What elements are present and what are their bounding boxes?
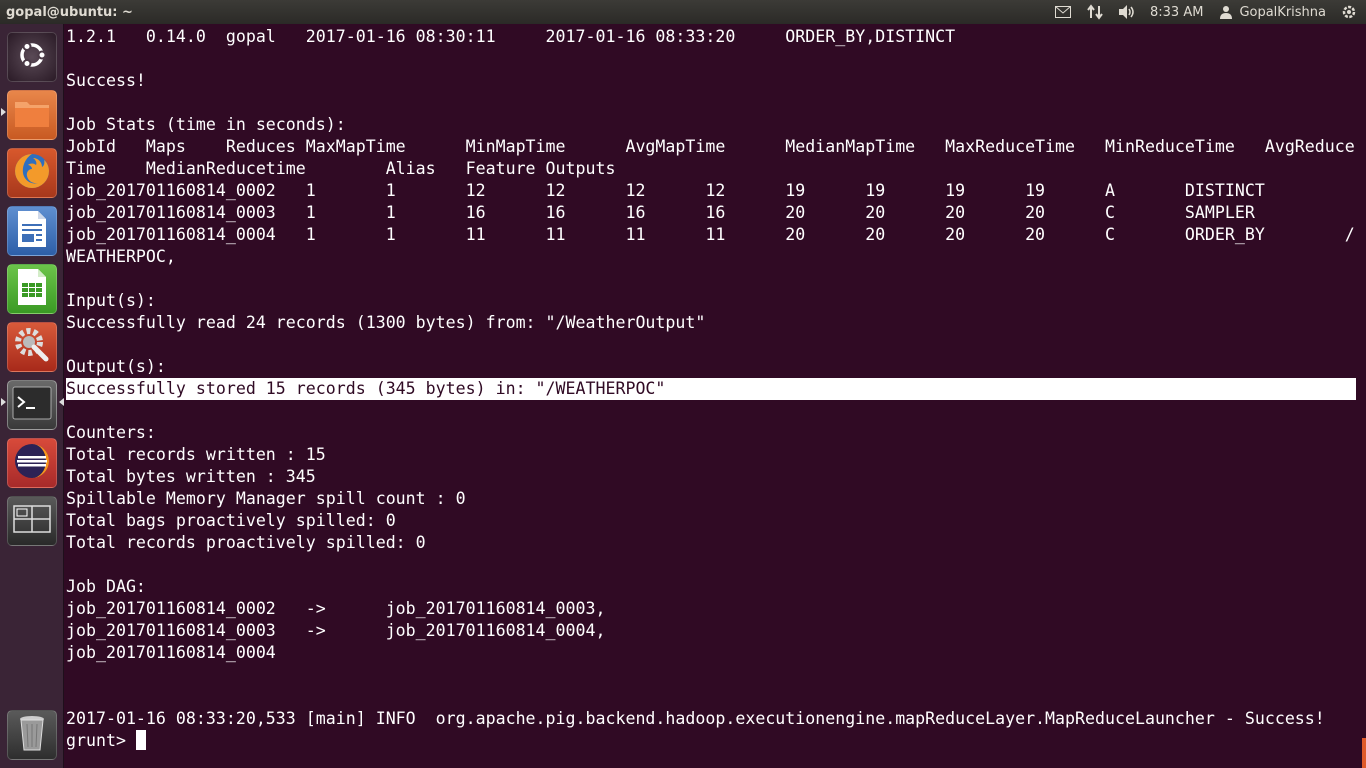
scrollbar[interactable] [1362, 738, 1366, 768]
terminal-line: Spillable Memory Manager spill count : 0 [66, 489, 466, 508]
terminal-line-selected[interactable]: Successfully stored 15 records (345 byte… [66, 378, 1356, 400]
launcher-system-settings[interactable] [7, 322, 57, 372]
launcher-libreoffice-calc[interactable] [7, 264, 57, 314]
terminal-line: Successfully read 24 records (1300 bytes… [66, 313, 706, 332]
settings-icon [12, 325, 52, 369]
firefox-icon [12, 151, 52, 195]
terminal-line: job_201701160814_0002 1 1 12 12 12 12 19… [66, 181, 1265, 200]
trash-icon [17, 714, 47, 756]
user-icon[interactable] [1217, 4, 1235, 20]
terminal-line: job_201701160814_0003 1 1 16 16 16 16 20… [66, 203, 1255, 222]
launcher-files[interactable] [1, 90, 57, 140]
terminal-line: Job Stats (time in seconds): [66, 115, 346, 134]
clock[interactable]: 8:33 AM [1150, 5, 1203, 20]
launcher [0, 24, 64, 768]
folder-icon [13, 96, 51, 134]
terminal-line: Counters: [66, 423, 156, 442]
terminal-line: Input(s): [66, 291, 156, 310]
terminal-line: job_201701160814_0003 -> job_20170116081… [66, 621, 606, 640]
terminal-line: Job DAG: [66, 577, 146, 596]
terminal-prompt: grunt> [66, 731, 136, 750]
launcher-firefox[interactable] [7, 148, 57, 198]
top-panel: gopal@ubuntu: ~ 8:33 AM GopalKrishna [0, 0, 1366, 24]
terminal-line: Total records written : 15 [66, 445, 326, 464]
terminal-line: Success! [66, 71, 146, 90]
terminal-line: 2017-01-16 08:33:20,533 [main] INFO org.… [66, 709, 1325, 728]
ubuntu-logo-icon [14, 37, 50, 77]
eclipse-icon [12, 441, 52, 485]
launcher-libreoffice-writer[interactable] [7, 206, 57, 256]
terminal-line: job_201701160814_0002 -> job_20170116081… [66, 599, 606, 618]
mail-icon[interactable] [1054, 4, 1072, 20]
network-icon[interactable] [1086, 4, 1104, 20]
launcher-dash-home[interactable] [7, 32, 57, 82]
power-gear-icon[interactable] [1340, 4, 1358, 20]
terminal-line: Total records proactively spilled: 0 [66, 533, 426, 552]
launcher-workspace-switcher[interactable] [7, 496, 57, 546]
terminal-prompt-line[interactable]: grunt> [66, 730, 146, 752]
terminal-line: job_201701160814_0004 1 1 11 11 11 11 20… [66, 225, 1355, 244]
terminal-line: Total bytes written : 345 [66, 467, 316, 486]
user-name[interactable]: GopalKrishna [1239, 5, 1326, 20]
terminal-line: Output(s): [66, 357, 166, 376]
volume-icon[interactable] [1118, 4, 1136, 20]
terminal-window[interactable]: 1.2.1 0.14.0 gopal 2017-01-16 08:30:11 2… [64, 24, 1366, 768]
indicator-area: 8:33 AM GopalKrishna [1054, 4, 1366, 20]
calc-icon [15, 267, 49, 311]
launcher-eclipse[interactable] [7, 438, 57, 488]
text-cursor [135, 730, 146, 750]
workspace-icon [13, 505, 51, 537]
window-title: gopal@ubuntu: ~ [6, 4, 133, 20]
terminal-line: Total bags proactively spilled: 0 [66, 511, 396, 530]
terminal-line: 1.2.1 0.14.0 gopal 2017-01-16 08:30:11 2… [66, 27, 956, 46]
launcher-trash[interactable] [7, 710, 57, 760]
terminal-line: Time MedianReducetime Alias Feature Outp… [66, 159, 616, 178]
terminal-icon [12, 386, 52, 424]
writer-icon [15, 209, 49, 253]
terminal-line: job_201701160814_0004 [66, 643, 276, 662]
terminal-line: JobId Maps Reduces MaxMapTime MinMapTime… [66, 137, 1355, 156]
terminal-line: WEATHERPOC, [66, 247, 176, 266]
launcher-terminal[interactable] [1, 380, 64, 430]
